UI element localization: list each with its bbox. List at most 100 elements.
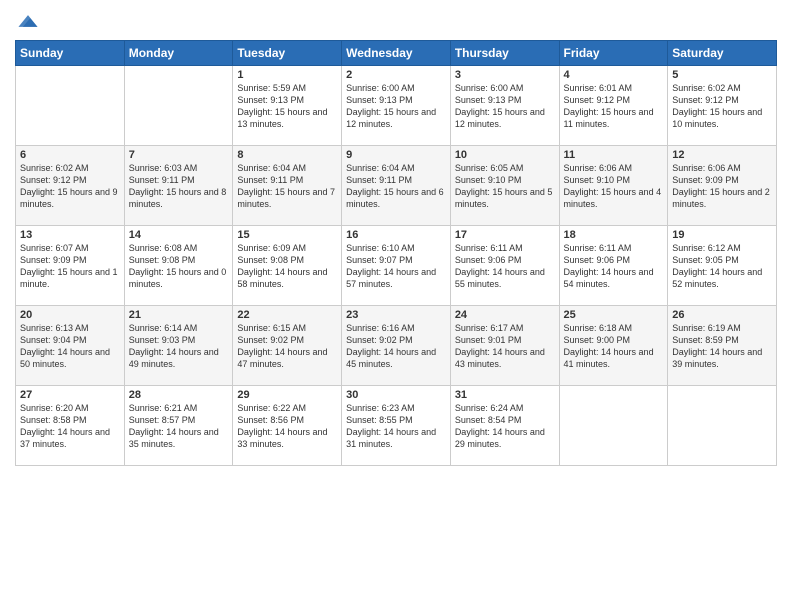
day-info: Sunrise: 5:59 AMSunset: 9:13 PMDaylight:…	[237, 82, 337, 131]
day-info: Sunrise: 6:18 AMSunset: 9:00 PMDaylight:…	[564, 322, 664, 371]
page: SundayMondayTuesdayWednesdayThursdayFrid…	[0, 0, 792, 612]
calendar-cell: 18Sunrise: 6:11 AMSunset: 9:06 PMDayligh…	[559, 226, 668, 306]
header	[15, 10, 777, 32]
day-number: 9	[346, 149, 446, 161]
day-number: 15	[237, 229, 337, 241]
day-info: Sunrise: 6:02 AMSunset: 9:12 PMDaylight:…	[20, 162, 120, 211]
calendar-week-row: 13Sunrise: 6:07 AMSunset: 9:09 PMDayligh…	[16, 226, 777, 306]
day-info: Sunrise: 6:03 AMSunset: 9:11 PMDaylight:…	[129, 162, 229, 211]
calendar-cell: 3Sunrise: 6:00 AMSunset: 9:13 PMDaylight…	[450, 66, 559, 146]
day-number: 13	[20, 229, 120, 241]
calendar-cell: 11Sunrise: 6:06 AMSunset: 9:10 PMDayligh…	[559, 146, 668, 226]
logo-icon	[17, 10, 39, 32]
calendar-header-sunday: Sunday	[16, 41, 125, 66]
calendar-cell: 15Sunrise: 6:09 AMSunset: 9:08 PMDayligh…	[233, 226, 342, 306]
calendar-cell: 20Sunrise: 6:13 AMSunset: 9:04 PMDayligh…	[16, 306, 125, 386]
calendar-cell: 27Sunrise: 6:20 AMSunset: 8:58 PMDayligh…	[16, 386, 125, 466]
day-info: Sunrise: 6:20 AMSunset: 8:58 PMDaylight:…	[20, 402, 120, 451]
day-number: 14	[129, 229, 229, 241]
calendar-week-row: 27Sunrise: 6:20 AMSunset: 8:58 PMDayligh…	[16, 386, 777, 466]
day-info: Sunrise: 6:04 AMSunset: 9:11 PMDaylight:…	[346, 162, 446, 211]
calendar-header-wednesday: Wednesday	[342, 41, 451, 66]
calendar-cell	[16, 66, 125, 146]
calendar-cell: 2Sunrise: 6:00 AMSunset: 9:13 PMDaylight…	[342, 66, 451, 146]
day-number: 31	[455, 389, 555, 401]
day-info: Sunrise: 6:06 AMSunset: 9:09 PMDaylight:…	[672, 162, 772, 211]
day-number: 20	[20, 309, 120, 321]
day-number: 17	[455, 229, 555, 241]
day-number: 4	[564, 69, 664, 81]
day-info: Sunrise: 6:15 AMSunset: 9:02 PMDaylight:…	[237, 322, 337, 371]
day-number: 11	[564, 149, 664, 161]
day-number: 5	[672, 69, 772, 81]
calendar-cell: 10Sunrise: 6:05 AMSunset: 9:10 PMDayligh…	[450, 146, 559, 226]
calendar-cell: 17Sunrise: 6:11 AMSunset: 9:06 PMDayligh…	[450, 226, 559, 306]
day-info: Sunrise: 6:05 AMSunset: 9:10 PMDaylight:…	[455, 162, 555, 211]
logo	[15, 10, 39, 32]
day-number: 6	[20, 149, 120, 161]
day-info: Sunrise: 6:12 AMSunset: 9:05 PMDaylight:…	[672, 242, 772, 291]
calendar-cell	[124, 66, 233, 146]
calendar-cell: 5Sunrise: 6:02 AMSunset: 9:12 PMDaylight…	[668, 66, 777, 146]
calendar-cell: 14Sunrise: 6:08 AMSunset: 9:08 PMDayligh…	[124, 226, 233, 306]
day-info: Sunrise: 6:06 AMSunset: 9:10 PMDaylight:…	[564, 162, 664, 211]
day-number: 25	[564, 309, 664, 321]
day-info: Sunrise: 6:13 AMSunset: 9:04 PMDaylight:…	[20, 322, 120, 371]
calendar-week-row: 20Sunrise: 6:13 AMSunset: 9:04 PMDayligh…	[16, 306, 777, 386]
day-number: 27	[20, 389, 120, 401]
day-number: 29	[237, 389, 337, 401]
day-number: 30	[346, 389, 446, 401]
day-info: Sunrise: 6:21 AMSunset: 8:57 PMDaylight:…	[129, 402, 229, 451]
calendar-cell: 31Sunrise: 6:24 AMSunset: 8:54 PMDayligh…	[450, 386, 559, 466]
day-number: 7	[129, 149, 229, 161]
calendar-cell: 24Sunrise: 6:17 AMSunset: 9:01 PMDayligh…	[450, 306, 559, 386]
day-number: 16	[346, 229, 446, 241]
calendar-cell: 30Sunrise: 6:23 AMSunset: 8:55 PMDayligh…	[342, 386, 451, 466]
day-info: Sunrise: 6:19 AMSunset: 8:59 PMDaylight:…	[672, 322, 772, 371]
day-number: 8	[237, 149, 337, 161]
calendar-cell: 7Sunrise: 6:03 AMSunset: 9:11 PMDaylight…	[124, 146, 233, 226]
calendar-cell: 19Sunrise: 6:12 AMSunset: 9:05 PMDayligh…	[668, 226, 777, 306]
day-info: Sunrise: 6:11 AMSunset: 9:06 PMDaylight:…	[564, 242, 664, 291]
calendar-cell: 29Sunrise: 6:22 AMSunset: 8:56 PMDayligh…	[233, 386, 342, 466]
calendar-cell: 23Sunrise: 6:16 AMSunset: 9:02 PMDayligh…	[342, 306, 451, 386]
calendar-cell: 8Sunrise: 6:04 AMSunset: 9:11 PMDaylight…	[233, 146, 342, 226]
day-info: Sunrise: 6:09 AMSunset: 9:08 PMDaylight:…	[237, 242, 337, 291]
day-number: 18	[564, 229, 664, 241]
day-info: Sunrise: 6:02 AMSunset: 9:12 PMDaylight:…	[672, 82, 772, 131]
calendar-header-tuesday: Tuesday	[233, 41, 342, 66]
day-info: Sunrise: 6:07 AMSunset: 9:09 PMDaylight:…	[20, 242, 120, 291]
day-info: Sunrise: 6:24 AMSunset: 8:54 PMDaylight:…	[455, 402, 555, 451]
day-info: Sunrise: 6:00 AMSunset: 9:13 PMDaylight:…	[346, 82, 446, 131]
calendar-header-saturday: Saturday	[668, 41, 777, 66]
calendar-header-thursday: Thursday	[450, 41, 559, 66]
calendar-cell: 4Sunrise: 6:01 AMSunset: 9:12 PMDaylight…	[559, 66, 668, 146]
day-number: 22	[237, 309, 337, 321]
day-number: 24	[455, 309, 555, 321]
calendar-cell: 9Sunrise: 6:04 AMSunset: 9:11 PMDaylight…	[342, 146, 451, 226]
day-info: Sunrise: 6:14 AMSunset: 9:03 PMDaylight:…	[129, 322, 229, 371]
day-number: 23	[346, 309, 446, 321]
calendar-cell: 28Sunrise: 6:21 AMSunset: 8:57 PMDayligh…	[124, 386, 233, 466]
calendar-table: SundayMondayTuesdayWednesdayThursdayFrid…	[15, 40, 777, 466]
day-number: 12	[672, 149, 772, 161]
calendar-cell: 6Sunrise: 6:02 AMSunset: 9:12 PMDaylight…	[16, 146, 125, 226]
day-info: Sunrise: 6:08 AMSunset: 9:08 PMDaylight:…	[129, 242, 229, 291]
day-number: 26	[672, 309, 772, 321]
day-number: 3	[455, 69, 555, 81]
day-info: Sunrise: 6:16 AMSunset: 9:02 PMDaylight:…	[346, 322, 446, 371]
calendar-cell: 1Sunrise: 5:59 AMSunset: 9:13 PMDaylight…	[233, 66, 342, 146]
calendar-week-row: 6Sunrise: 6:02 AMSunset: 9:12 PMDaylight…	[16, 146, 777, 226]
calendar-cell: 16Sunrise: 6:10 AMSunset: 9:07 PMDayligh…	[342, 226, 451, 306]
day-number: 21	[129, 309, 229, 321]
day-info: Sunrise: 6:00 AMSunset: 9:13 PMDaylight:…	[455, 82, 555, 131]
calendar-cell: 12Sunrise: 6:06 AMSunset: 9:09 PMDayligh…	[668, 146, 777, 226]
calendar-cell: 22Sunrise: 6:15 AMSunset: 9:02 PMDayligh…	[233, 306, 342, 386]
day-info: Sunrise: 6:23 AMSunset: 8:55 PMDaylight:…	[346, 402, 446, 451]
calendar-header-row: SundayMondayTuesdayWednesdayThursdayFrid…	[16, 41, 777, 66]
day-info: Sunrise: 6:04 AMSunset: 9:11 PMDaylight:…	[237, 162, 337, 211]
day-number: 28	[129, 389, 229, 401]
day-info: Sunrise: 6:22 AMSunset: 8:56 PMDaylight:…	[237, 402, 337, 451]
calendar-header-friday: Friday	[559, 41, 668, 66]
day-info: Sunrise: 6:10 AMSunset: 9:07 PMDaylight:…	[346, 242, 446, 291]
